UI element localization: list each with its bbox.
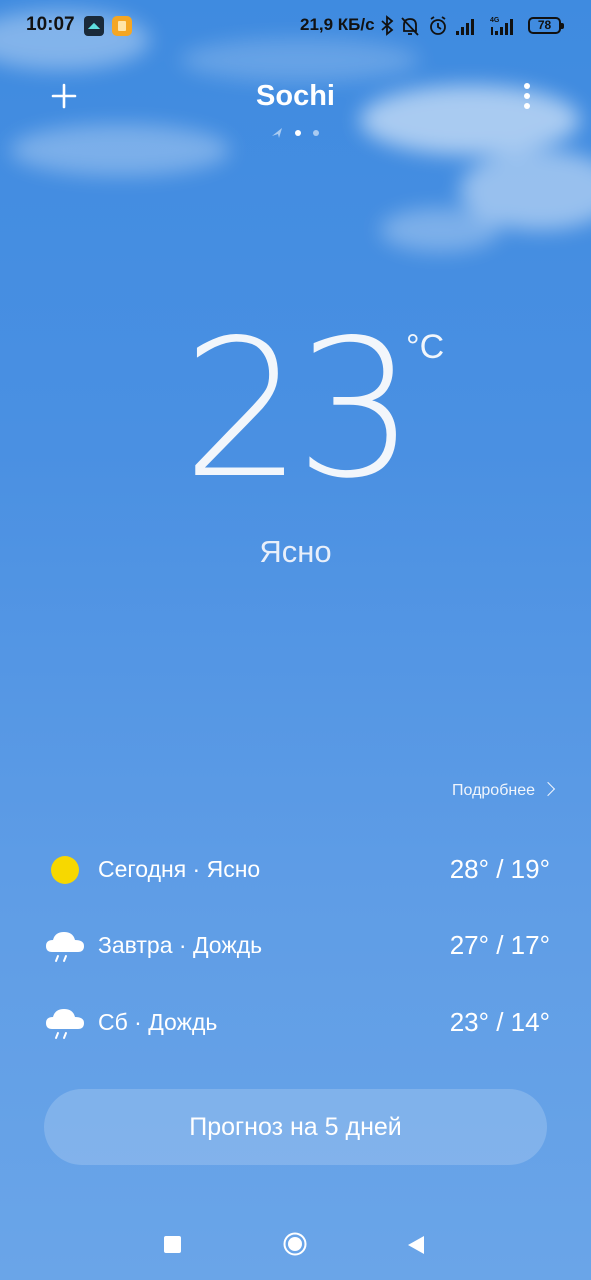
system-nav-bar	[0, 1212, 591, 1280]
forecast-day-label: Завтра · Дождь	[98, 932, 263, 958]
status-time: 10:07	[26, 14, 75, 35]
sun-icon	[51, 856, 79, 884]
rain-cloud-icon	[46, 932, 84, 962]
current-temperature: 23	[182, 299, 416, 520]
network-type-label: 4G	[490, 17, 500, 24]
status-icons: 4G	[381, 15, 513, 36]
forecast-temps: 23° / 14°	[449, 1007, 550, 1037]
signal-icon	[456, 19, 474, 35]
temperature-unit: °C	[406, 328, 445, 366]
app-notification-icon: ◢◣	[84, 16, 104, 36]
forecast-day-label: Сегодня · Ясно	[98, 856, 261, 882]
details-link-label: Подробнее	[452, 782, 535, 799]
forecast-row-tomorrow[interactable]: Завтра · Дождь 27° / 17°	[44, 922, 550, 968]
forecast-day-label: Сб · Дождь	[98, 1009, 218, 1035]
more-vertical-icon	[524, 83, 530, 109]
network-speed: 21,9 КБ/с	[300, 15, 375, 34]
weather-screen: 10:07 ◢◣ 21,9 КБ/с 4G 78 Sochi 23 °C Ясн…	[0, 0, 591, 1280]
details-link[interactable]: Подробнее	[452, 781, 556, 800]
mute-icon	[401, 17, 419, 36]
app-notification-icon-2	[112, 16, 132, 36]
signal-4g-icon: 4G	[490, 17, 513, 35]
page-dot-active	[295, 130, 301, 136]
bluetooth-icon	[381, 15, 394, 36]
chevron-right-icon	[540, 781, 556, 797]
forecast-temps: 27° / 17°	[449, 930, 550, 960]
current-condition: Ясно	[259, 534, 332, 569]
forecast-row-today[interactable]: Сегодня · Ясно 28° / 19°	[44, 846, 550, 892]
five-day-forecast-button[interactable]: Прогноз на 5 дней	[44, 1089, 547, 1165]
city-page-indicator	[272, 128, 319, 138]
forecast-temps: 28° / 19°	[449, 854, 550, 884]
status-bar: 10:07 ◢◣ 21,9 КБ/с 4G 78	[0, 0, 591, 52]
recents-square-icon[interactable]	[164, 1236, 181, 1253]
city-title: Sochi	[256, 80, 335, 112]
alarm-icon	[430, 16, 446, 35]
more-menu-button[interactable]	[516, 82, 538, 112]
home-circle-icon[interactable]	[283, 1232, 307, 1256]
page-dot	[313, 130, 319, 136]
back-triangle-icon[interactable]	[406, 1234, 426, 1256]
forecast-row-saturday[interactable]: Сб · Дождь 23° / 14°	[44, 999, 550, 1045]
rain-cloud-icon	[46, 1009, 84, 1039]
battery-indicator: 78	[528, 17, 564, 34]
location-arrow-icon	[272, 128, 282, 138]
